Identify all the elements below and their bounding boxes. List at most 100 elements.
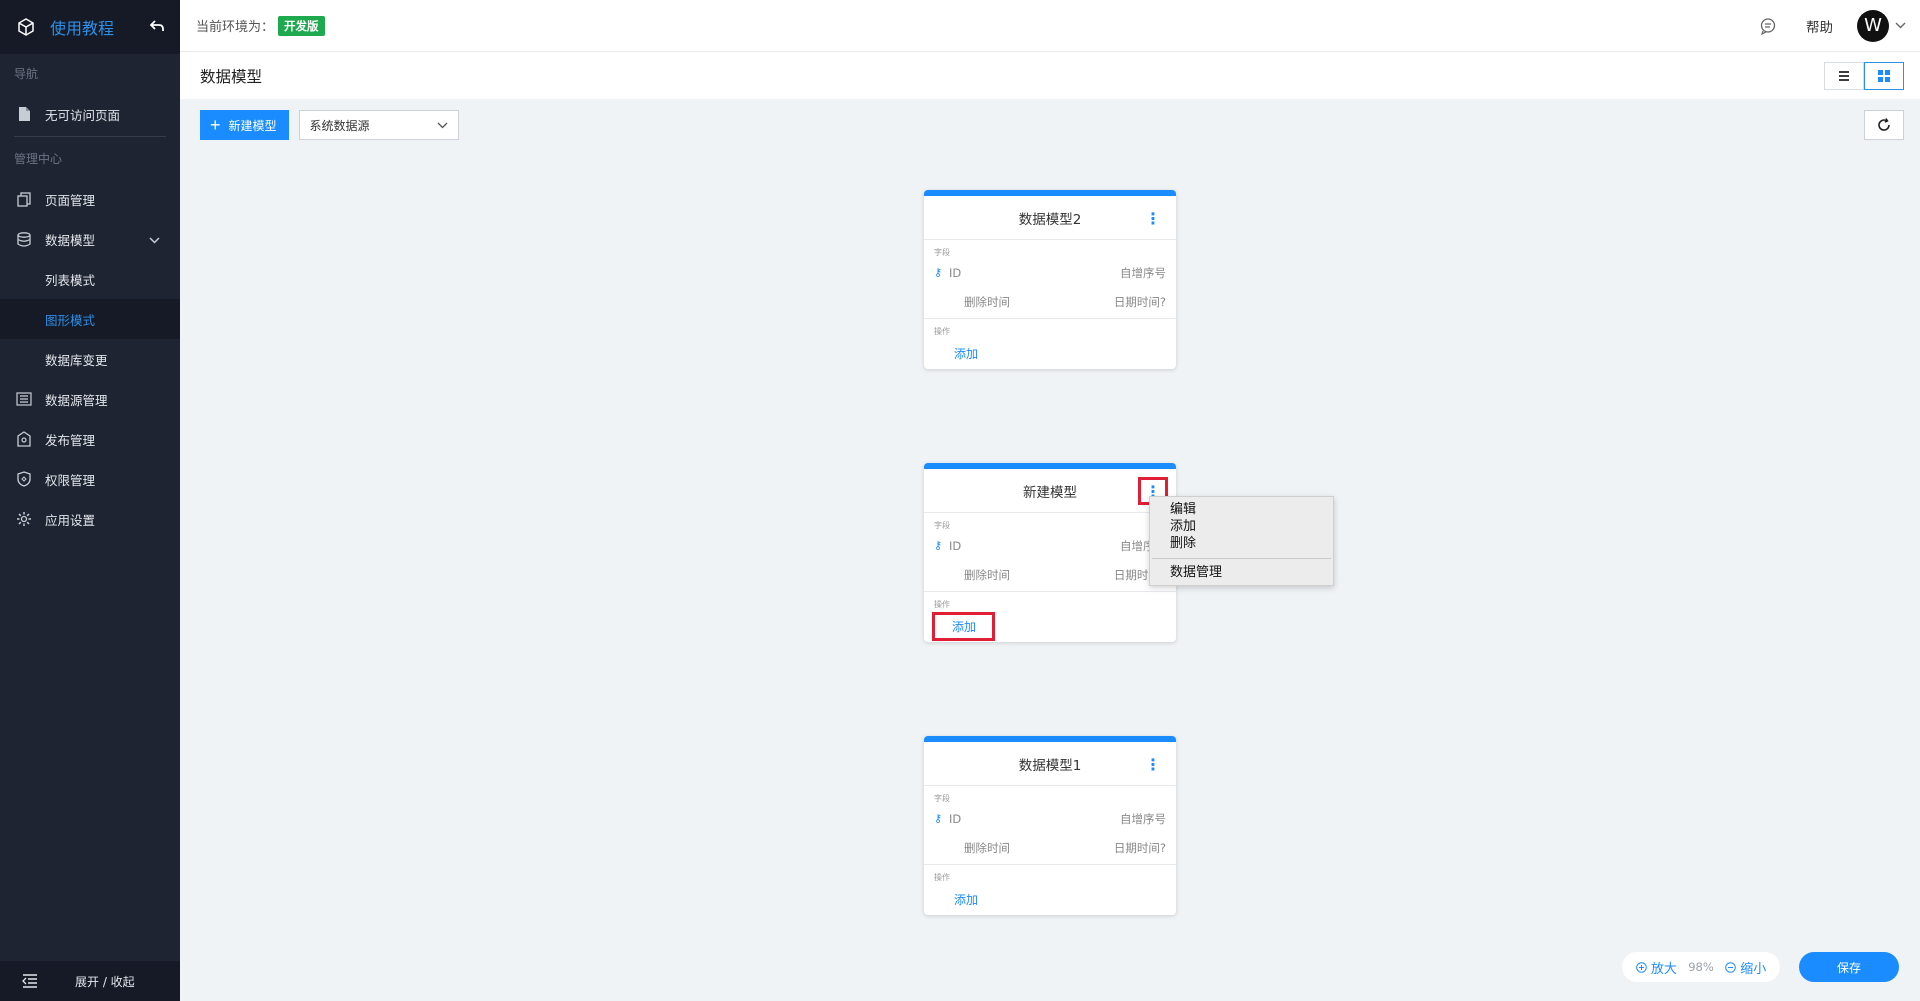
model-card-header: 数据模型1 ⋮: [924, 742, 1176, 786]
model-card-title: 数据模型1: [1018, 757, 1082, 774]
chevron-down-icon: [149, 232, 160, 247]
refresh-button[interactable]: [1864, 110, 1904, 140]
field-row[interactable]: 删除时间 日期时间?: [924, 833, 1176, 862]
top-bar: 当前环境为： 开发版 帮助 W: [180, 0, 1920, 52]
field-row[interactable]: 删除时间 日期时间?: [924, 287, 1176, 316]
datasource-value: 系统数据源: [309, 118, 370, 133]
zoom-out-button[interactable]: 缩小: [1725, 958, 1766, 977]
top-right-actions: 帮助 W: [1758, 9, 1906, 42]
chevron-down-icon: [437, 118, 448, 132]
avatar[interactable]: W: [1857, 9, 1889, 42]
model-card-header: 新建模型 ⋮: [924, 469, 1176, 513]
field-type: 自增序号: [1120, 811, 1166, 826]
sidebar-item-label: 发布管理: [45, 432, 96, 448]
back-icon[interactable]: [149, 18, 164, 37]
add-action-link[interactable]: 添加: [954, 345, 978, 362]
model-card-title: 数据模型2: [1018, 211, 1082, 228]
nav-section-label: 导航: [14, 67, 39, 81]
key-icon: ⚷: [934, 266, 943, 279]
menu-item-edit[interactable]: 编辑: [1150, 501, 1333, 518]
new-model-label: 新建模型: [228, 118, 277, 133]
shield-icon: [16, 471, 32, 487]
view-toggle: [1824, 61, 1904, 90]
message-icon[interactable]: [1758, 16, 1778, 36]
menu-item-data-management[interactable]: 数据管理: [1150, 563, 1333, 583]
sidebar-item-publish-management[interactable]: 发布管理: [0, 419, 180, 459]
model-card-title: 新建模型: [1023, 484, 1077, 501]
field-name: 删除时间: [964, 840, 1010, 855]
field-type: 日期时间?: [1113, 294, 1166, 309]
sidebar-item-datasource-management[interactable]: 数据源管理: [0, 379, 180, 419]
sidebar-item-label: 数据模型: [45, 232, 96, 248]
add-action-link[interactable]: 添加: [954, 891, 978, 908]
field-row[interactable]: ⚷ ID 自增序号: [924, 531, 1176, 560]
toolbar: + 新建模型 系统数据源: [200, 110, 459, 140]
action-section-label: 操作: [934, 600, 950, 609]
save-button[interactable]: 保存: [1799, 952, 1899, 982]
zoom-in-button[interactable]: 放大: [1635, 958, 1677, 977]
action-section-label: 操作: [934, 327, 950, 336]
field-row[interactable]: ⚷ ID 自增序号: [924, 258, 1176, 287]
sidebar-item-no-access-page[interactable]: 无可访问页面: [0, 94, 180, 134]
key-icon: ⚷: [934, 539, 943, 552]
sidebar-item-app-settings[interactable]: 应用设置: [0, 499, 180, 539]
list-settings-icon: [16, 391, 32, 407]
action-row: 添加: [924, 337, 1176, 369]
collapse-menu-icon: [0, 974, 60, 988]
cube-icon: [16, 17, 36, 37]
plus-icon: +: [210, 115, 221, 135]
field-type: 日期时间?: [1113, 840, 1166, 855]
key-icon: ⚷: [934, 812, 943, 825]
new-model-button[interactable]: + 新建模型: [200, 110, 289, 140]
model-card[interactable]: 新建模型 ⋮ 字段 ⚷ ID 自增序号 删除时间 日期时间? 操作 添加: [924, 463, 1176, 642]
field-row[interactable]: ⚷ ID 自增序号: [924, 804, 1176, 833]
field-section-label: 字段: [934, 794, 950, 803]
env-label: 当前环境为：: [196, 20, 275, 35]
action-row: 添加: [924, 610, 1176, 642]
zoom-percent: 98%: [1688, 960, 1714, 974]
more-vertical-icon[interactable]: ⋮: [1138, 750, 1168, 778]
admin-section-label: 管理中心: [14, 152, 63, 166]
field-row[interactable]: 删除时间 日期时间?: [924, 560, 1176, 589]
model-card[interactable]: 数据模型2 ⋮ 字段 ⚷ ID 自增序号 删除时间 日期时间? 操作 添加: [924, 190, 1176, 369]
env-badge: 开发版: [278, 15, 325, 36]
divider: [14, 136, 166, 137]
field-name: 删除时间: [964, 294, 1010, 309]
pages-icon: [16, 191, 32, 207]
sidebar-toggle[interactable]: 展开 / 收起: [0, 961, 180, 1001]
zoom-controls: 放大 98% 缩小: [1622, 952, 1780, 982]
field-type: 自增序号: [1120, 265, 1166, 280]
sidebar-item-permission-management[interactable]: 权限管理: [0, 459, 180, 499]
sidebar-item-label: 数据源管理: [45, 392, 108, 408]
menu-item-delete[interactable]: 删除: [1150, 535, 1333, 552]
sidebar-item-label: 应用设置: [45, 512, 96, 528]
sidebar-item-data-model[interactable]: 数据模型: [0, 219, 180, 259]
model-card[interactable]: 数据模型1 ⋮ 字段 ⚷ ID 自增序号 删除时间 日期时间? 操作 添加: [924, 736, 1176, 915]
more-vertical-icon[interactable]: ⋮: [1138, 204, 1168, 232]
sidebar-subitem-list-mode[interactable]: 列表模式: [0, 259, 180, 299]
brand-bar: 使用教程: [0, 0, 180, 54]
chevron-down-icon[interactable]: [1895, 18, 1906, 33]
page-title: 数据模型: [200, 67, 263, 86]
field-name: ID: [949, 265, 962, 280]
action-section-label: 操作: [934, 873, 950, 882]
add-action-link[interactable]: 添加: [932, 611, 996, 641]
datasource-select[interactable]: 系统数据源: [298, 110, 459, 140]
grid-view-button[interactable]: [1864, 61, 1904, 90]
action-row: 添加: [924, 883, 1176, 915]
field-name: ID: [949, 538, 962, 553]
help-link[interactable]: 帮助: [1806, 16, 1833, 36]
gear-icon: [16, 511, 32, 527]
sidebar-subitem-graph-mode[interactable]: 图形模式: [0, 299, 180, 339]
publish-icon: [16, 431, 32, 447]
sidebar-item-label: 无可访问页面: [45, 107, 121, 123]
zoom-in-label: 放大: [1650, 961, 1677, 977]
sidebar-item-page-management[interactable]: 页面管理: [0, 179, 180, 219]
field-name: ID: [949, 811, 962, 826]
menu-item-add[interactable]: 添加: [1150, 518, 1333, 535]
field-section-label: 字段: [934, 248, 950, 257]
app-title[interactable]: 使用教程: [50, 15, 150, 39]
list-view-button[interactable]: [1824, 61, 1864, 90]
sidebar-item-label: 页面管理: [45, 192, 96, 208]
sidebar-subitem-db-changes[interactable]: 数据库变更: [0, 339, 180, 379]
